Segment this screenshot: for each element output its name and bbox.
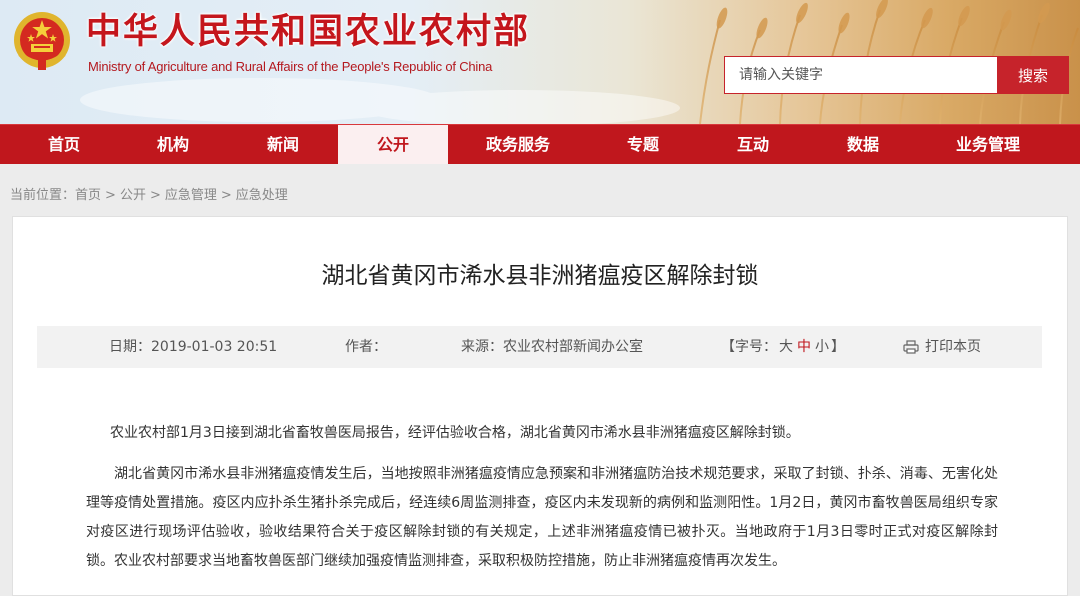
search-input[interactable] (724, 56, 998, 94)
header-banner: 中华人民共和国农业农村部 Ministry of Agriculture and… (0, 0, 1080, 124)
article-paragraph: 湖北省黄冈市浠水县非洲猪瘟疫情发生后，当地按照非洲猪瘟疫情应急预案和非洲猪瘟防治… (86, 466, 998, 569)
breadcrumb-separator: > (149, 188, 161, 203)
meta-date-label: 日期： (109, 339, 151, 355)
font-size-medium-button[interactable]: 中 (795, 339, 813, 355)
breadcrumb-item-public[interactable]: 公开 (120, 188, 146, 203)
meta-source-value: 农业农村部新闻办公室 (503, 339, 643, 355)
nav-item-business-mgmt[interactable]: 业务管理 (918, 125, 1058, 164)
meta-source: 来源：农业农村部新闻办公室 (461, 326, 643, 368)
nav-item-public[interactable]: 公开 (338, 125, 448, 164)
nav-item-interaction[interactable]: 互动 (698, 125, 808, 164)
nav-item-topics[interactable]: 专题 (588, 125, 698, 164)
font-size-controls: 【字号：大中小】 (721, 326, 845, 368)
breadcrumb-separator: > (220, 188, 232, 203)
search-button[interactable]: 搜索 (997, 56, 1069, 94)
print-icon (903, 340, 919, 354)
breadcrumb-item-emergency-mgmt[interactable]: 应急管理 (165, 188, 217, 203)
font-size-open: 【字号： (721, 339, 777, 355)
meta-author: 作者： (345, 326, 387, 368)
article-title: 湖北省黄冈市浠水县非洲猪瘟疫区解除封锁 (321, 263, 759, 289)
breadcrumb-item-home[interactable]: 首页 (75, 188, 101, 203)
main-nav: 首页 机构 新闻 公开 政务服务 专题 互动 数据 业务管理 (0, 124, 1080, 164)
font-size-small-button[interactable]: 小 (813, 339, 831, 355)
nav-item-gov-services[interactable]: 政务服务 (448, 125, 588, 164)
site-title: 中华人民共和国农业农村部 (86, 12, 531, 52)
breadcrumb-separator: > (105, 188, 116, 203)
print-page-button[interactable]: 打印本页 (903, 326, 981, 368)
site-subtitle-en: Ministry of Agriculture and Rural Affair… (88, 59, 493, 74)
font-size-close: 】 (831, 339, 845, 355)
meta-author-label: 作者： (345, 339, 387, 355)
meta-date: 日期：2019-01-03 20:51 (109, 326, 277, 368)
font-size-large-button[interactable]: 大 (777, 339, 795, 355)
national-emblem-icon (14, 12, 70, 70)
breadcrumb-prefix: 当前位置： (10, 188, 76, 203)
nav-item-news[interactable]: 新闻 (228, 125, 338, 164)
nav-item-home[interactable]: 首页 (10, 125, 118, 164)
print-label: 打印本页 (925, 339, 981, 355)
article-paragraph: 农业农村部1月3日接到湖北省畜牧兽医局报告，经评估验收合格，湖北省黄冈市浠水县非… (110, 425, 800, 441)
breadcrumb: 当前位置：首页 > 公开 > 应急管理 > 应急处理 (10, 186, 288, 206)
meta-source-label: 来源： (461, 339, 503, 355)
meta-date-value: 2019-01-03 20:51 (151, 339, 278, 355)
nav-item-data[interactable]: 数据 (808, 125, 918, 164)
nav-item-organization[interactable]: 机构 (118, 125, 228, 164)
article-meta-bar: 日期：2019-01-03 20:51 作者： 来源：农业农村部新闻办公室 【字… (37, 326, 1042, 368)
breadcrumb-item-emergency-handling[interactable]: 应急处理 (236, 188, 288, 203)
